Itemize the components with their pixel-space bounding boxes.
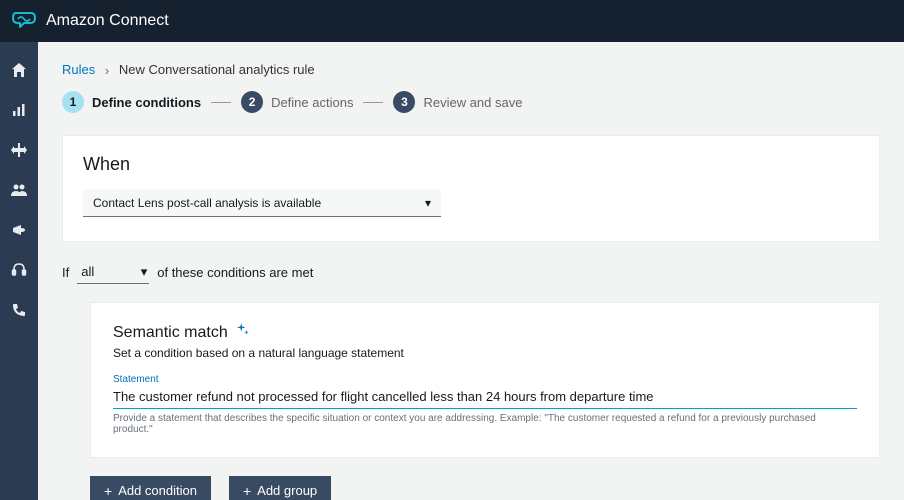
breadcrumb-root-link[interactable]: Rules	[62, 62, 95, 77]
plus-icon: +	[104, 484, 112, 498]
step-define-actions[interactable]: 2 Define actions	[241, 91, 353, 113]
add-condition-label: Add condition	[118, 483, 197, 498]
home-icon[interactable]	[11, 62, 27, 78]
breadcrumb-current: New Conversational analytics rule	[119, 62, 315, 77]
add-group-label: Add group	[257, 483, 317, 498]
if-prefix: If	[62, 265, 69, 280]
when-selected-value: Contact Lens post-call analysis is avail…	[93, 196, 321, 210]
plus-icon: +	[243, 484, 251, 498]
condition-card: Semantic match Set a condition based on …	[90, 302, 880, 458]
step-number: 1	[62, 91, 84, 113]
step-define-conditions[interactable]: 1 Define conditions	[62, 91, 201, 113]
if-bar: If all ▾ of these conditions are met	[62, 260, 880, 284]
sparkle-icon	[236, 323, 250, 342]
top-bar: Amazon Connect	[0, 0, 904, 42]
caret-down-icon: ▾	[425, 196, 431, 210]
when-heading: When	[83, 154, 859, 175]
support-icon[interactable]	[11, 262, 27, 278]
product-title: Amazon Connect	[46, 12, 169, 30]
statement-input[interactable]	[113, 387, 857, 409]
statement-hint: Provide a statement that describes the s…	[113, 413, 857, 435]
condition-description: Set a condition based on a natural langu…	[113, 346, 857, 360]
step-number: 2	[241, 91, 263, 113]
if-scope-select[interactable]: all ▾	[77, 260, 149, 284]
step-review-save[interactable]: 3 Review and save	[393, 91, 522, 113]
step-label: Define conditions	[92, 95, 201, 110]
campaigns-icon[interactable]	[11, 222, 27, 238]
left-nav	[0, 42, 38, 500]
routing-icon[interactable]	[11, 142, 27, 158]
if-suffix: of these conditions are met	[157, 265, 313, 280]
step-label: Review and save	[423, 95, 522, 110]
analytics-icon[interactable]	[11, 102, 27, 118]
when-trigger-select[interactable]: Contact Lens post-call analysis is avail…	[83, 189, 441, 217]
condition-actions: + Add condition + Add group	[90, 476, 880, 500]
chevron-right-icon: ›	[105, 63, 109, 78]
connect-logo-icon	[12, 10, 36, 32]
step-connector	[363, 102, 383, 103]
caret-down-icon: ▾	[141, 264, 148, 280]
step-connector	[211, 102, 231, 103]
calls-icon[interactable]	[11, 302, 27, 318]
add-group-button[interactable]: + Add group	[229, 476, 331, 500]
condition-title: Semantic match	[113, 324, 228, 342]
add-condition-button[interactable]: + Add condition	[90, 476, 211, 500]
stepper: 1 Define conditions 2 Define actions 3 R…	[62, 91, 880, 113]
if-scope-value: all	[81, 264, 94, 279]
when-section: When Contact Lens post-call analysis is …	[62, 135, 880, 242]
main-content: Rules › New Conversational analytics rul…	[38, 42, 904, 500]
users-icon[interactable]	[11, 182, 27, 198]
step-number: 3	[393, 91, 415, 113]
step-label: Define actions	[271, 95, 353, 110]
breadcrumb: Rules › New Conversational analytics rul…	[62, 62, 880, 77]
statement-label: Statement	[113, 374, 857, 385]
